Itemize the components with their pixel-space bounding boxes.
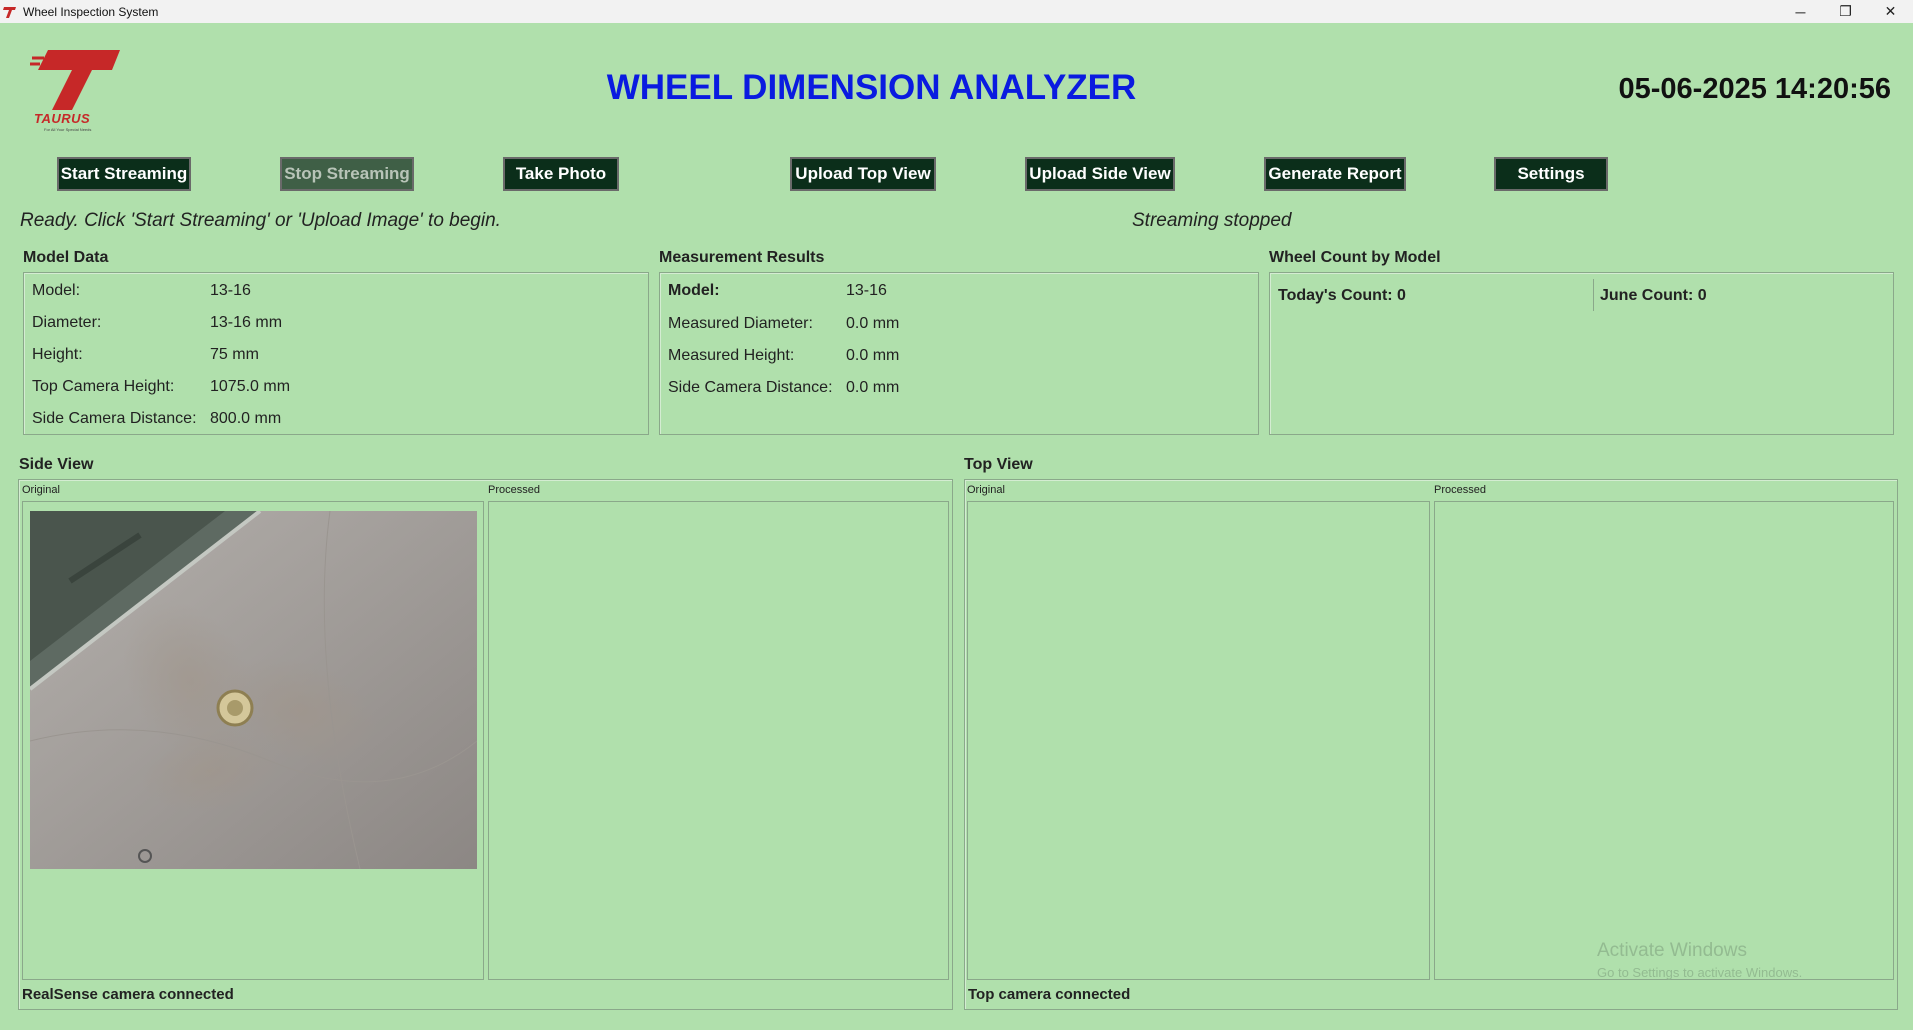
activate-windows-hint: Go to Settings to activate Windows. (1597, 965, 1803, 980)
height-label: Height: (32, 346, 83, 363)
side-camera-distance-label: Side Camera Distance: (32, 410, 197, 427)
top-camera-height-label: Top Camera Height: (32, 378, 175, 395)
take-photo-button[interactable]: Take Photo (503, 157, 619, 191)
top-processed-image-frame (1434, 501, 1894, 980)
upload-top-view-button[interactable]: Upload Top View (790, 157, 936, 191)
camera-frame-graphic (30, 511, 477, 869)
stream-status: Streaming stopped (1132, 210, 1292, 231)
model-data-row: Diameter: 13-16 mm (32, 314, 282, 332)
activate-windows-watermark: Activate Windows (1597, 940, 1747, 961)
measured-height-label: Measured Height: (668, 347, 795, 364)
measurement-results-panel: Model: 13-16 Measured Diameter: 0.0 mm M… (659, 272, 1259, 435)
top-camera-status: Top camera connected (968, 986, 1131, 1003)
measurement-row: Measured Diameter: 0.0 mm (668, 315, 899, 333)
side-camera-distance-value: 800.0 mm (210, 410, 282, 427)
minimize-button[interactable]: ─ (1778, 0, 1823, 23)
page-title: WHEEL DIMENSION ANALYZER (606, 68, 1137, 107)
side-processed-label: Processed (488, 484, 540, 496)
close-button[interactable]: ✕ (1868, 0, 1913, 23)
side-camera-feed-image (30, 511, 477, 869)
wheel-count-title: Wheel Count by Model (1269, 249, 1441, 266)
model-data-row: Top Camera Height: 1075.0 mm (32, 378, 290, 396)
model-data-row: Height: 75 mm (32, 346, 259, 364)
measurement-row: Side Camera Distance: 0.0 mm (668, 379, 899, 397)
model-label: Model: (32, 282, 81, 299)
measurement-results-title: Measurement Results (659, 249, 825, 266)
model-value: 13-16 (210, 282, 251, 299)
stop-streaming-button[interactable]: Stop Streaming (280, 157, 414, 191)
top-view-title: Top View (964, 456, 1033, 473)
side-camera-status: RealSense camera connected (22, 986, 234, 1003)
top-camera-height-value: 1075.0 mm (210, 378, 291, 395)
app-logo-icon (3, 6, 16, 18)
settings-button[interactable]: Settings (1494, 157, 1608, 191)
start-streaming-button[interactable]: Start Streaming (57, 157, 191, 191)
status-message: Ready. Click 'Start Streaming' or 'Uploa… (20, 210, 501, 231)
measured-height-value: 0.0 mm (846, 347, 900, 364)
measurement-row: Model: 13-16 (668, 282, 887, 300)
upload-side-view-button[interactable]: Upload Side View (1025, 157, 1175, 191)
wheel-count-panel: Today's Count: 0 June Count: 0 (1269, 272, 1894, 435)
measured-diameter-value: 0.0 mm (846, 315, 900, 332)
logo-text: TAURUS (34, 111, 91, 126)
generate-report-button[interactable]: Generate Report (1264, 157, 1406, 191)
datetime-display: 05-06-2025 14:20:56 (1618, 73, 1891, 105)
window-titlebar: Wheel Inspection System ─ ❐ ✕ (0, 0, 1913, 23)
top-original-label: Original (967, 484, 1005, 496)
height-value: 75 mm (210, 346, 259, 363)
measurement-row: Measured Height: 0.0 mm (668, 347, 899, 365)
measured-side-distance-label: Side Camera Distance: (668, 379, 833, 396)
measured-side-distance-value: 0.0 mm (846, 379, 900, 396)
measured-model-value: 13-16 (846, 282, 887, 299)
logo-tagline: For All Your Special Needs (44, 127, 92, 132)
side-view-title: Side View (19, 456, 94, 473)
model-data-row: Model: 13-16 (32, 282, 251, 300)
measured-model-label: Model: (668, 282, 720, 299)
side-processed-image-frame (488, 501, 949, 980)
top-processed-label: Processed (1434, 484, 1486, 496)
model-data-row: Side Camera Distance: 800.0 mm (32, 410, 281, 428)
model-data-title: Model Data (23, 249, 109, 266)
month-count: June Count: 0 (1600, 287, 1707, 304)
count-divider (1593, 279, 1594, 311)
measured-diameter-label: Measured Diameter: (668, 315, 813, 332)
restore-button[interactable]: ❐ (1823, 0, 1868, 23)
window-title: Wheel Inspection System (23, 4, 159, 19)
diameter-value: 13-16 mm (210, 314, 283, 331)
today-count: Today's Count: 0 (1278, 287, 1406, 304)
side-original-label: Original (22, 484, 60, 496)
top-original-image-frame (967, 501, 1430, 980)
model-data-panel: Model: 13-16 Diameter: 13-16 mm Height: … (23, 272, 649, 435)
diameter-label: Diameter: (32, 314, 102, 331)
